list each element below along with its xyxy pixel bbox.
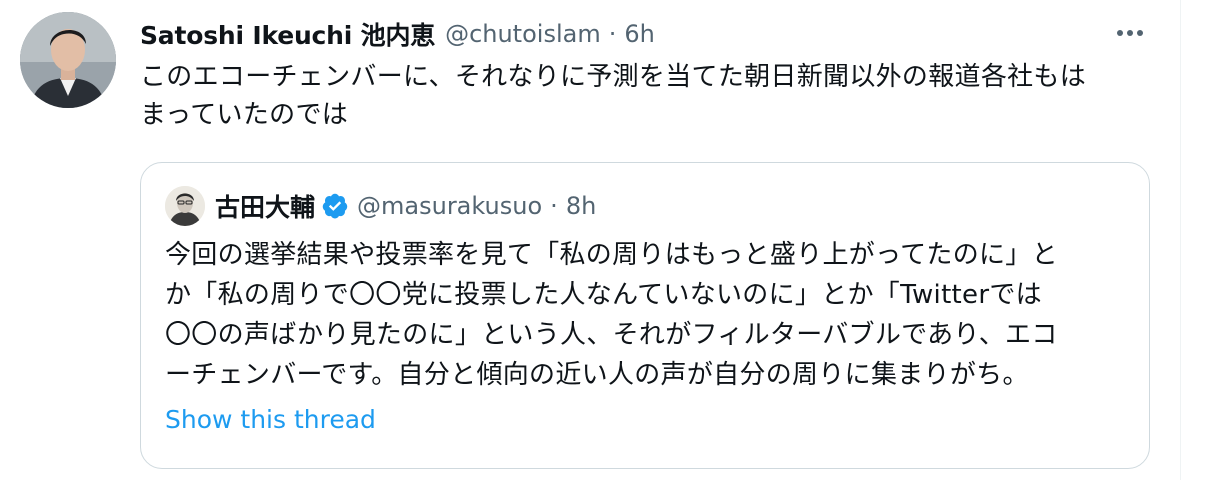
quoted-tweet-header: 古田大輔 @masurakusuo · 8h xyxy=(165,186,1125,226)
more-options-button[interactable] xyxy=(1110,18,1150,48)
quoted-tweet-timestamp: 8h xyxy=(565,192,597,220)
quoted-text-line: 〇〇の声ばかり見たのに」という人、それがフィルターバブルであり、エコ xyxy=(165,320,1058,350)
quoted-tweet-card[interactable]: 古田大輔 @masurakusuo · 8h 今回の選挙結果や投票率を見て「私の… xyxy=(140,162,1150,469)
more-horizontal-icon xyxy=(1117,30,1123,36)
quoted-author-name: 古田大輔 xyxy=(215,193,316,222)
quoted-text-line: ーチェンバーです。自分と傾向の近い人の声が自分の周りに集まりがち。 xyxy=(165,360,1029,390)
more-dot xyxy=(1137,30,1143,36)
header-separator: · xyxy=(608,20,617,48)
quoted-text-line: 今回の選挙結果や投票率を見て「私の周りはもっと盛り上がってたのに」と xyxy=(165,240,1058,270)
tweet[interactable]: Satoshi Ikeuchi 池内恵 @chutoislam · 6h このエ… xyxy=(0,0,1180,480)
tweet-timestamp[interactable]: 6h xyxy=(624,20,654,48)
quoted-header-separator: · xyxy=(550,192,558,220)
timeline-right-edge xyxy=(1180,0,1217,480)
verified-badge-icon xyxy=(322,193,348,219)
author-handle[interactable]: @chutoislam xyxy=(445,20,601,48)
tweet-text: このエコーチェンバーに、それなりに予測を当てた朝日新聞以外の報道各社もは まって… xyxy=(140,58,1160,134)
quoted-author-avatar xyxy=(165,186,205,226)
quoted-author-handle: @masurakusuo xyxy=(357,192,543,220)
tweet-text-line: このエコーチェンバーに、それなりに予測を当てた朝日新聞以外の報道各社もは xyxy=(140,62,1087,92)
tweet-text-line: まっていたのでは xyxy=(140,100,349,130)
author-name[interactable]: Satoshi Ikeuchi 池内恵 xyxy=(140,16,435,52)
author-avatar[interactable] xyxy=(20,12,116,108)
more-dot xyxy=(1127,30,1133,36)
show-thread-link[interactable]: Show this thread xyxy=(165,405,376,434)
quoted-tweet-text: 今回の選挙結果や投票率を見て「私の周りはもっと盛り上がってたのに」と か「私の周… xyxy=(165,235,1130,395)
tweet-header: Satoshi Ikeuchi 池内恵 @chutoislam · 6h xyxy=(140,14,1120,54)
quoted-text-line: か「私の周りで〇〇党に投票した人なんていないのに」とか「Twitterでは xyxy=(165,280,1042,310)
